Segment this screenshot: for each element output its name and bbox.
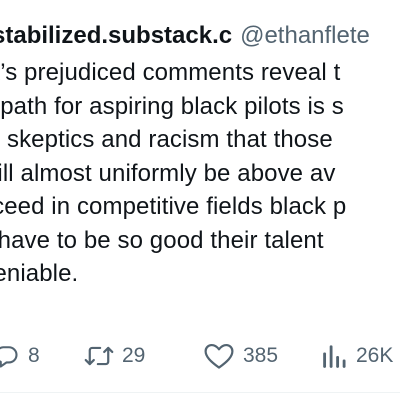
tweet-text-line: th skeptics and racism that those [0,126,333,153]
retweet-icon [84,342,114,370]
tweet-text-line: deniable. [0,260,79,287]
like-button[interactable]: 385 [203,338,278,374]
retweet-count: 29 [122,344,146,367]
tweet-card[interactable]: stabilized.substack.c @ethanflete rk’s pr… [0,0,400,400]
tweet-text-line: will almost uniformly be above av [0,159,336,187]
tweet-text-line: e path for aspiring black pilots is s [0,92,344,120]
reply-button[interactable]: 8 [0,338,40,374]
tweet-text: rk’s prejudiced comments reveal t e path… [0,56,400,291]
reply-count: 8 [28,344,40,367]
like-count: 385 [243,344,279,367]
heart-icon [203,342,235,370]
views-button[interactable]: 26K [322,338,393,374]
retweet-button[interactable]: 29 [84,338,145,374]
tweet-action-bar: 8 29 385 26K [0,338,400,374]
views-count: 26K [356,344,394,367]
reply-icon [0,342,20,370]
tweet-header: stabilized.substack.c @ethanflete [0,20,370,52]
divider [0,392,400,393]
display-name[interactable]: stabilized.substack.c [0,22,232,49]
views-chart-icon [322,343,348,369]
tweet-text-line: ll have to be so good their talent [0,226,324,254]
tweet-text-line: cceed in competitive fields black p [0,193,347,220]
user-handle[interactable]: @ethanflete [240,22,370,49]
tweet-text-line: rk’s prejudiced comments reveal t [0,59,341,86]
